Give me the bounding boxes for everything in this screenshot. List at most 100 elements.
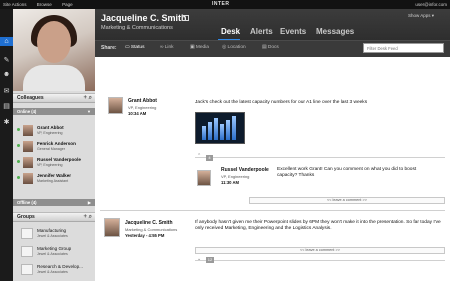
message-icon[interactable] <box>182 15 189 21</box>
divider <box>100 210 445 211</box>
tab-messages[interactable]: Messages <box>316 27 354 36</box>
avatar[interactable] <box>197 170 211 186</box>
group-name: Marketing Group <box>37 246 72 251</box>
group-item[interactable]: Manufacturing Jewel & Associates <box>13 227 95 241</box>
contact-name: Russel Vanderpoole <box>37 157 81 162</box>
post-author-role: VP, Engineering <box>128 105 157 110</box>
contact-name: Grant Abbot <box>37 125 64 130</box>
chevron-down-icon: ▾ <box>431 13 435 18</box>
post-time: Yesterday - 4:55 PM <box>125 233 165 238</box>
reply-text: Excellent work Grant! Can you comment on… <box>277 167 417 179</box>
chevron-up-icon[interactable]: ⌃ <box>197 153 201 159</box>
tab-events[interactable]: Events <box>280 27 306 36</box>
share-label: Share: <box>101 45 117 51</box>
chevron-down-icon[interactable]: ⌄ <box>197 256 201 262</box>
contact-role: VP, Engineering <box>37 131 63 135</box>
contact-item[interactable]: Fenrick Anderson General Manager <box>13 140 95 155</box>
brand-logo: INTER <box>212 1 230 7</box>
avatar <box>23 125 33 136</box>
online-status-icon <box>17 144 20 147</box>
avatar <box>23 157 33 168</box>
contact-name: Jennifer Walker <box>37 173 72 178</box>
profile-photo[interactable] <box>13 9 95 91</box>
online-section-header[interactable]: Online (4) ▼ <box>13 108 95 115</box>
share-docs-label: Docs <box>267 45 279 50</box>
group-sub: Jewel & Associates <box>37 252 68 256</box>
group-item[interactable]: Research & Develop... Jewel & Associates <box>13 263 95 277</box>
filter-desk-feed-input[interactable] <box>363 43 444 53</box>
online-status-icon <box>17 176 20 179</box>
avatar <box>23 173 33 184</box>
offline-section-header[interactable]: Offline (4) ▶ <box>13 199 95 206</box>
share-location-label: Location <box>227 45 246 50</box>
people-icon[interactable]: ☻ <box>2 70 11 79</box>
online-label: Online (4) <box>17 109 37 114</box>
page-menu[interactable]: Page <box>62 2 73 7</box>
icon-rail: ⌂ ✎ ☻ ✉ ▤ ✱ <box>0 9 13 281</box>
document-icon[interactable]: ▤ <box>2 101 11 110</box>
post-time: 10:34 AM <box>128 111 147 116</box>
group-icon <box>21 264 33 275</box>
leave-comment-link[interactable]: << leave a comment >> <box>249 197 445 204</box>
browse-menu[interactable]: Browse <box>37 2 52 7</box>
leave-comment-link[interactable]: << leave a comment >> <box>195 247 445 254</box>
contact-item[interactable]: Jennifer Walker Marketing Assistant <box>13 172 95 187</box>
edit-icon[interactable]: ✎ <box>2 55 11 64</box>
contact-role: VP, Engineering <box>37 163 63 167</box>
show-apps-button[interactable]: Show Apps ▾ <box>408 13 434 19</box>
share-status-button[interactable]: ▭ Status <box>125 45 144 50</box>
group-sub: Jewel & Associates <box>37 234 68 238</box>
user-account[interactable]: user@infor.com <box>415 0 447 9</box>
contact-role: Marketing Assistant <box>37 179 69 183</box>
tab-alerts[interactable]: Alerts <box>250 27 273 36</box>
system-bar: Site Actions Browse Page INTER user@info… <box>0 0 450 9</box>
comment-count-badge: 12 <box>206 257 214 263</box>
profile-title: Marketing & Communications <box>101 25 173 31</box>
site-actions-menu[interactable]: Site Actions <box>3 2 27 7</box>
attached-chart-image[interactable] <box>195 112 245 144</box>
share-link-button[interactable]: ∞ Link <box>160 45 174 50</box>
groups-actions[interactable]: + ⌕ <box>83 213 92 222</box>
mail-icon[interactable]: ✉ <box>2 86 11 95</box>
online-status-icon <box>17 160 20 163</box>
contact-item[interactable]: Grant Abbot VP, Engineering <box>13 124 95 139</box>
chevron-right-icon[interactable]: ▶ <box>88 199 91 206</box>
group-sub: Jewel & Associates <box>37 270 68 274</box>
post-text: Jack's check out the latest capacity num… <box>195 100 368 105</box>
site-menu: Site Actions Browse Page <box>3 0 82 9</box>
post-author[interactable]: Grant Abbot <box>128 98 157 104</box>
contact-role: General Manager <box>37 147 65 151</box>
show-apps-label: Show Apps <box>408 13 431 18</box>
avatar <box>23 141 33 152</box>
post-author[interactable]: Jacqueline C. Smith <box>125 220 173 226</box>
tab-desk[interactable]: Desk <box>221 27 240 36</box>
colleagues-actions[interactable]: + ⌕ <box>83 94 92 103</box>
share-docs-button[interactable]: ▤ Docs <box>262 45 279 50</box>
reply-author[interactable]: Russel Vanderpoole <box>221 167 269 173</box>
share-media-button[interactable]: ▣ Media <box>190 45 209 50</box>
group-item[interactable]: Marketing Group Jewel & Associates <box>13 245 95 259</box>
group-name: Research & Develop... <box>37 264 83 269</box>
contact-item[interactable]: Russel Vanderpoole VP, Engineering <box>13 156 95 171</box>
share-status-label: Status <box>130 45 145 50</box>
avatar[interactable] <box>108 97 123 114</box>
online-status-icon <box>17 128 20 131</box>
divider <box>195 157 445 158</box>
avatar[interactable] <box>104 218 120 237</box>
groups-header: Groups + ⌕ <box>13 212 95 222</box>
share-location-button[interactable]: ◎ Location <box>222 45 246 50</box>
reply-author-role: VP, Engineering <box>221 174 250 179</box>
share-link-label: Link <box>164 45 174 50</box>
contact-name: Fenrick Anderson <box>37 141 76 146</box>
group-name: Manufacturing <box>37 228 67 233</box>
settings-icon[interactable]: ✱ <box>2 117 11 126</box>
profile-name: Jacqueline C. Smith <box>101 13 187 23</box>
offline-label: Offline (4) <box>17 200 37 205</box>
chevron-down-icon[interactable]: ▼ <box>87 108 91 115</box>
post-text: If anybody hasn't given me their Powerpo… <box>195 220 441 232</box>
groups-title: Groups <box>17 214 35 220</box>
colleagues-header: Colleagues + ⌕ <box>13 93 95 103</box>
share-media-label: Media <box>195 45 209 50</box>
home-icon[interactable]: ⌂ <box>0 37 13 46</box>
colleagues-title: Colleagues <box>17 95 44 101</box>
